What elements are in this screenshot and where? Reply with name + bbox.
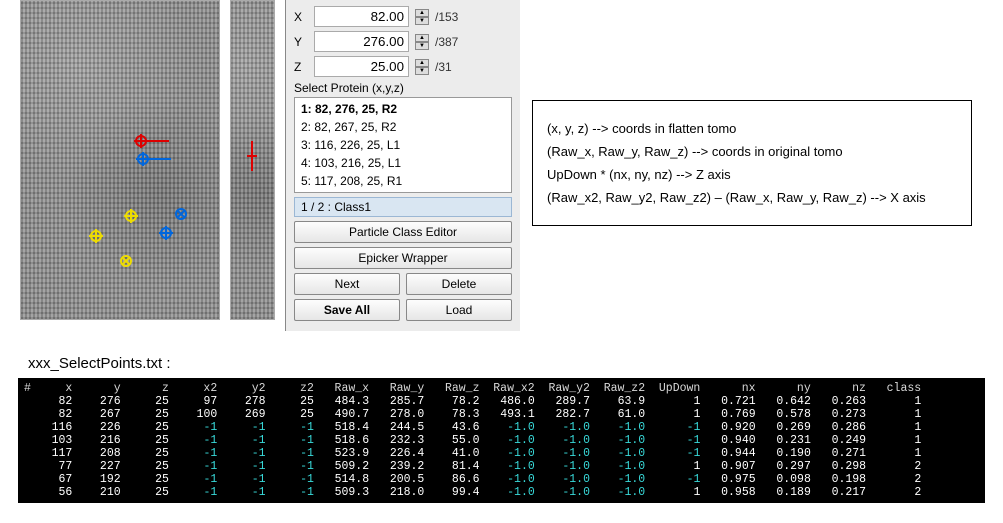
legend-line: (x, y, z) --> coords in flatten tomo — [547, 121, 957, 136]
z-spinner[interactable]: ▲▼ — [415, 59, 429, 75]
marker-blue-1[interactable] — [137, 153, 149, 165]
particle-class-editor-button[interactable]: Particle Class Editor — [294, 221, 512, 243]
marker-yellow-3[interactable] — [120, 255, 132, 267]
legend-box: (x, y, z) --> coords in flatten tomo (Ra… — [532, 100, 972, 226]
y-label: Y — [294, 35, 308, 49]
list-item[interactable]: 5: 117, 208, 25, R1 — [295, 172, 511, 190]
load-button[interactable]: Load — [406, 299, 512, 321]
protein-listbox[interactable]: 1: 82, 276, 25, R2 2: 82, 267, 25, R2 3:… — [294, 97, 512, 193]
x-input[interactable] — [314, 6, 409, 27]
delete-button[interactable]: Delete — [406, 273, 512, 295]
tomo-noise-bg — [21, 1, 219, 319]
z-max: /31 — [435, 60, 452, 74]
marker-yellow-1[interactable] — [125, 210, 137, 222]
control-panel: X ▲▼ /153 Y ▲▼ /387 Z ▲▼ /31 Select Prot… — [285, 0, 520, 331]
x-label: X — [294, 10, 308, 24]
marker-yellow-2[interactable] — [90, 230, 102, 242]
y-max: /387 — [435, 35, 458, 49]
list-item[interactable]: 3: 116, 226, 25, L1 — [295, 136, 511, 154]
y-input[interactable] — [314, 31, 409, 52]
select-protein-label: Select Protein (x,y,z) — [294, 81, 512, 95]
marker-blue-3[interactable] — [160, 227, 172, 239]
x-max: /153 — [435, 10, 458, 24]
coord-row-x: X ▲▼ /153 — [294, 6, 512, 27]
side-noise-bg — [231, 1, 274, 319]
z-label: Z — [294, 60, 308, 74]
side-slice-viewer[interactable] — [230, 0, 275, 320]
main-tomo-viewer[interactable] — [20, 0, 220, 320]
z-input[interactable] — [314, 56, 409, 77]
legend-line: (Raw_x, Raw_y, Raw_z) --> coords in orig… — [547, 144, 957, 159]
class-indicator[interactable]: 1 / 2 : Class1 — [294, 197, 512, 217]
next-button[interactable]: Next — [294, 273, 400, 295]
list-item[interactable]: 4: 103, 216, 25, L1 — [295, 154, 511, 172]
coord-row-z: Z ▲▼ /31 — [294, 56, 512, 77]
legend-line: UpDown * (nx, ny, nz) --> Z axis — [547, 167, 957, 182]
list-item[interactable]: 1: 82, 276, 25, R2 — [295, 100, 511, 118]
list-item[interactable]: 2: 82, 267, 25, R2 — [295, 118, 511, 136]
x-spinner[interactable]: ▲▼ — [415, 9, 429, 25]
marker-blue-2[interactable] — [175, 208, 187, 220]
terminal-output: # x y z x2 y2 z2 Raw_x Raw_y Raw_z Raw_x… — [18, 378, 985, 503]
y-spinner[interactable]: ▲▼ — [415, 34, 429, 50]
file-label: xxx_SelectPoints.txt : — [28, 355, 1003, 372]
epicker-wrapper-button[interactable]: Epicker Wrapper — [294, 247, 512, 269]
save-all-button[interactable]: Save All — [294, 299, 400, 321]
marker-red[interactable] — [135, 135, 147, 147]
coord-row-y: Y ▲▼ /387 — [294, 31, 512, 52]
legend-line: (Raw_x2, Raw_y2, Raw_z2) – (Raw_x, Raw_y… — [547, 190, 957, 205]
